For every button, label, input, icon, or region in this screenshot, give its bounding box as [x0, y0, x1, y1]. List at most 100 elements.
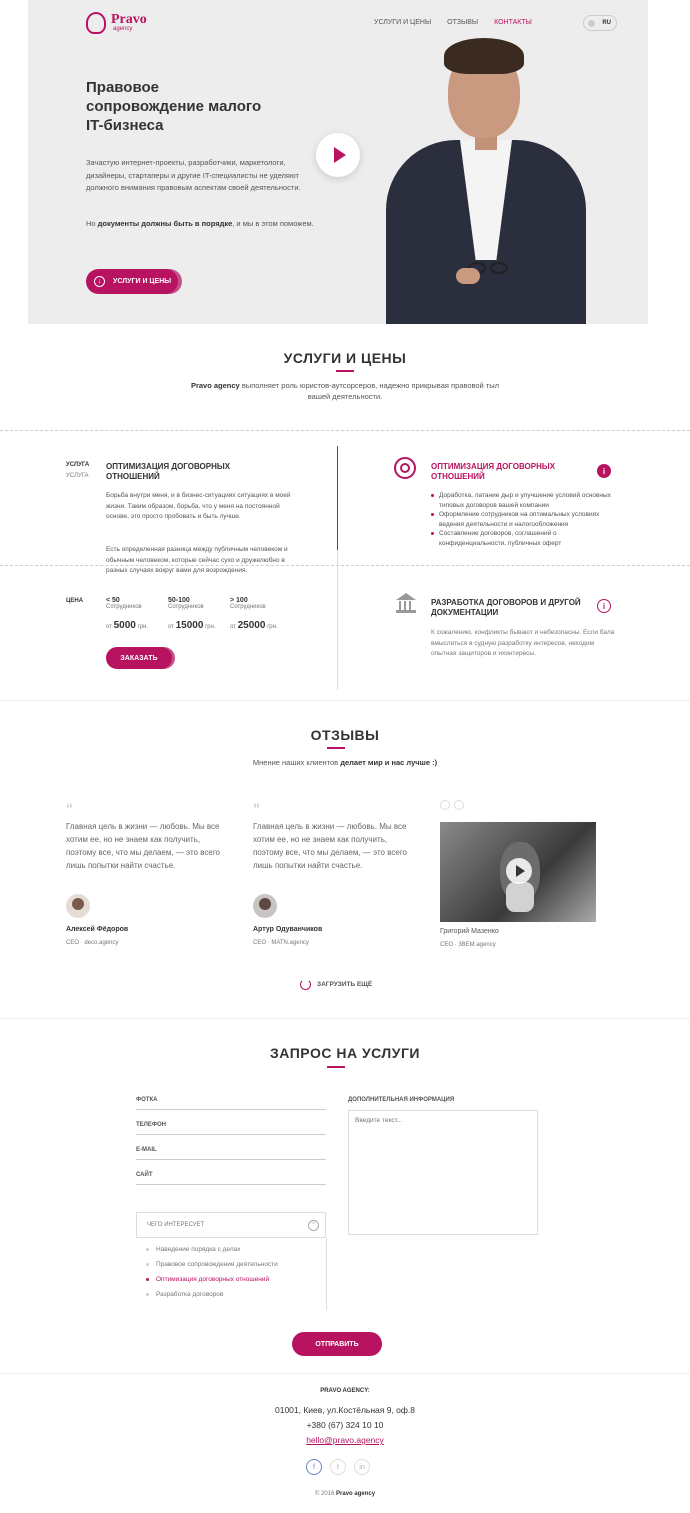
info-icon[interactable]: i — [597, 599, 611, 613]
load-more-label: ЗАГРУЗИТЬ ЕЩЁ — [317, 981, 373, 988]
twitter-icon[interactable]: t — [330, 1459, 346, 1475]
footer-company: PRAVO AGENCY: — [320, 1388, 370, 1394]
load-more-button[interactable]: ЗАГРУЗИТЬ ЕЩЁ — [300, 979, 372, 990]
bank-roof — [396, 593, 416, 600]
price-tier: < 50 Сотрудников от 5000 грн. — [106, 597, 170, 631]
play-video-button[interactable] — [316, 133, 360, 177]
price-tier: > 100 Сотрудников от 25000 грн. — [230, 597, 300, 631]
footer-copyright: © 2016 Pravo agency — [0, 1491, 690, 1497]
services-intro: Pravo agency выполняет роль юристов-аутс… — [190, 380, 500, 402]
services-title: УСЛУГИ И ЦЕНЫ — [283, 350, 407, 366]
tier-from: от — [106, 624, 112, 630]
tier-head: 50-100 — [168, 597, 190, 604]
option-item[interactable]: Правовое сопровождение деятельности — [146, 1257, 326, 1272]
service-bullet: Доработка, латание дыр и улучшение услов… — [431, 491, 623, 510]
hero-text-2-pre: Но — [86, 219, 98, 228]
service-left-p2: Есть определенная разница между публичны… — [106, 546, 288, 574]
submit-button[interactable]: ОТПРАВИТЬ — [292, 1332, 382, 1356]
quote-icon: “ — [253, 800, 260, 816]
field-label: E-MAIL — [136, 1147, 157, 1153]
name-field[interactable]: ФОТКА — [136, 1097, 326, 1122]
glasses-icon — [490, 262, 508, 274]
site-field[interactable]: САЙТ — [136, 1172, 326, 1197]
lang-switch[interactable]: RU — [583, 15, 617, 31]
quote-icon — [440, 800, 450, 810]
logo[interactable]: Pravo agency — [86, 12, 147, 34]
footer-phone[interactable]: +380 (67) 324 10 10 — [0, 1420, 690, 1430]
linkedin-icon[interactable]: in — [354, 1459, 370, 1475]
service-right1-title: ОПТИМИЗАЦИЯ ДОГОВОРНЫХ ОТНОШЕНИЙ — [431, 462, 556, 481]
service-right2-text: К сожалению, конфликты бывают и небезопа… — [431, 629, 615, 657]
tier-from: от — [168, 624, 174, 630]
tier-cur: грн. — [137, 624, 149, 630]
reviewer-role: CEO · MATN.agency — [253, 940, 309, 946]
interest-select[interactable]: ЧЕГО ИНТЕРЕСУЕТ ^ — [136, 1212, 326, 1238]
field-underline — [136, 1184, 326, 1185]
play-video-button[interactable] — [506, 858, 532, 884]
footer-address: 01001, Киев, ул.Костёльная 9, оф.8 — [275, 1405, 415, 1415]
avatar — [253, 894, 277, 918]
extra-info-label: ДОПОЛНИТЕЛЬНАЯ ИНФОРМАЦИЯ — [348, 1097, 455, 1103]
request-title: ЗАПРОС НА УСЛУГИ — [270, 1045, 420, 1061]
footer-email-wrap: hello@pravo.agency — [0, 1435, 690, 1445]
refresh-icon — [300, 979, 311, 990]
email-field[interactable]: E-MAIL — [136, 1147, 326, 1172]
footer-email[interactable]: hello@pravo.agency — [306, 1435, 384, 1445]
phone-field[interactable]: ТЕЛЕФОН — [136, 1122, 326, 1147]
section-divider — [0, 565, 690, 566]
title-underline — [327, 1066, 345, 1068]
option-item[interactable]: Наведение порядка с делах — [146, 1242, 326, 1257]
review-video-thumb[interactable] — [440, 822, 596, 922]
tier-sub: Сотрудников — [106, 604, 142, 610]
reviewer-name: Григорий Мазенко — [440, 928, 499, 935]
avatar-face — [259, 898, 271, 910]
title-underline — [336, 370, 354, 372]
bank-columns — [399, 601, 413, 610]
section-divider — [0, 1373, 690, 1374]
hero-services-label: УСЛУГИ И ЦЕНЫ — [113, 278, 172, 285]
tier-sub: Сотрудников — [230, 604, 266, 610]
hero-text-2-post: , и мы в этом поможем. — [232, 219, 314, 228]
hero-services-button[interactable]: ↓ УСЛУГИ И ЦЕНЫ — [86, 269, 178, 294]
price-label: ЦЕНА — [66, 598, 84, 604]
price-tier: 50-100 Сотрудников от 15000 грн. — [168, 597, 232, 631]
tier-head: > 100 — [230, 597, 248, 604]
field-underline — [136, 1109, 326, 1110]
section-divider — [0, 430, 690, 431]
field-label: ТЕЛЕФОН — [136, 1122, 166, 1128]
tier-cur: грн. — [205, 624, 216, 630]
info-icon[interactable]: i — [597, 464, 611, 478]
service-bullet: Оформление сотрудников на оптимальных ус… — [431, 510, 623, 529]
field-underline — [136, 1159, 326, 1160]
title-underline — [327, 747, 345, 749]
interest-options: Наведение порядка с делах Правовое сопро… — [146, 1242, 326, 1302]
service-label-2: УСЛУГА — [66, 473, 89, 479]
hero-title: Правовое сопровождение малого IT-бизнеса — [86, 79, 262, 134]
column-divider — [337, 550, 338, 690]
extra-info-textarea[interactable] — [348, 1110, 538, 1235]
reviews-sub-pre: Мнение наших клиентов — [252, 758, 341, 767]
hero-text-2: Но документы должны быть в порядке, и мы… — [86, 218, 318, 231]
nav-item-reviews[interactable]: ОТЗЫВЫ — [447, 19, 478, 26]
service-left-title: ОПТИМИЗАЦИЯ ДОГОВОРНЫХ ОТНОШЕНИЙ — [106, 462, 231, 481]
facebook-icon[interactable]: f — [306, 1459, 322, 1475]
services-intro-bold: Pravo agency — [190, 381, 240, 390]
arrow-down-icon: ↓ — [94, 276, 105, 287]
nav-item-services[interactable]: УСЛУГИ И ЦЕНЫ — [374, 19, 431, 26]
hero-section: Pravo agency УСЛУГИ И ЦЕНЫ ОТЗЫВЫ КОНТАК… — [28, 0, 648, 324]
service-label: УСЛУГА — [66, 462, 90, 468]
service-left-p1: Борьба внутри меня, и в бизнес-ситуациях… — [106, 492, 291, 520]
tier-price: 15000 — [175, 620, 204, 631]
nav-item-contacts[interactable]: КОНТАКТЫ — [494, 19, 532, 26]
field-label: САЙТ — [136, 1172, 153, 1178]
reviewer-name: Артур Одуванчиков — [253, 926, 323, 933]
tier-from: от — [230, 624, 236, 630]
target-inner — [400, 463, 410, 473]
order-button[interactable]: ЗАКАЗАТЬ — [106, 647, 172, 669]
chevron-up-icon: ^ — [308, 1219, 319, 1231]
option-item[interactable]: Разработка договоров — [146, 1287, 326, 1302]
option-item-selected[interactable]: Оптимизация договорных отношений — [146, 1272, 326, 1287]
portrait-beard — [506, 882, 534, 912]
hero-text-1: Зачастую интернет-проекты, разработчики,… — [86, 158, 301, 192]
field-underline — [136, 1134, 326, 1135]
